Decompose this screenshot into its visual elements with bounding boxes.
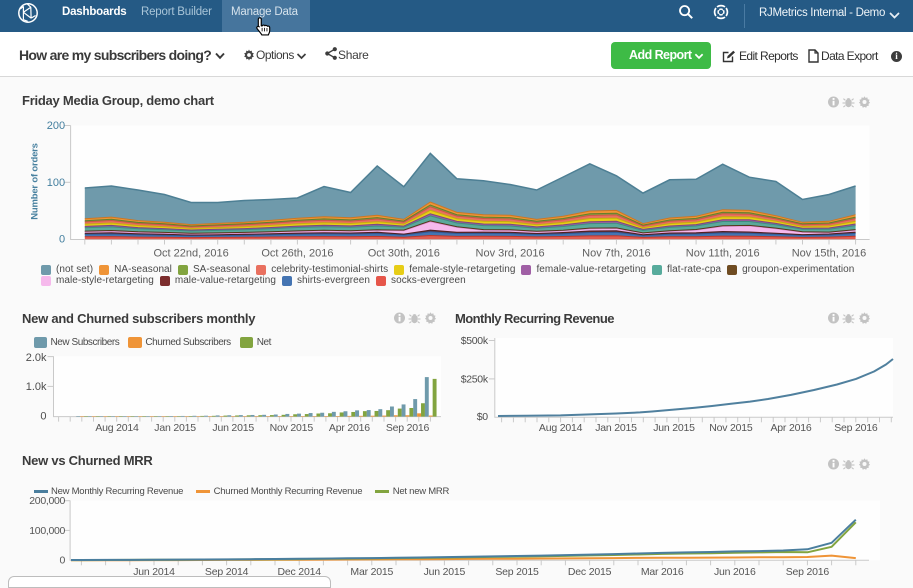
svg-text:1.0k: 1.0k	[26, 381, 47, 393]
svg-text:Nov 2015: Nov 2015	[709, 422, 753, 434]
svg-text:Sep 2015: Sep 2015	[495, 566, 539, 578]
svg-text:Jun 2015: Jun 2015	[424, 566, 466, 578]
svg-text:Mar 2016: Mar 2016	[641, 566, 684, 578]
svg-text:Mar 2015: Mar 2015	[350, 566, 393, 578]
svg-text:Apr 2016: Apr 2016	[329, 422, 370, 434]
svg-text:Sep 2014: Sep 2014	[205, 566, 249, 578]
svg-text:Nov 2015: Nov 2015	[270, 422, 314, 434]
svg-text:Nov 7th, 2016: Nov 7th, 2016	[582, 248, 651, 260]
svg-text:Oct 26th, 2016: Oct 26th, 2016	[261, 248, 333, 260]
svg-text:Nov 3rd, 2016: Nov 3rd, 2016	[476, 248, 545, 260]
svg-text:Apr 2016: Apr 2016	[770, 422, 811, 434]
svg-text:Jan 2015: Jan 2015	[595, 422, 637, 434]
svg-text:100,000: 100,000	[29, 525, 65, 537]
svg-text:Dec 2015: Dec 2015	[568, 566, 612, 578]
svg-text:Jun 2014: Jun 2014	[133, 566, 175, 578]
svg-text:Jun 2016: Jun 2016	[714, 566, 756, 578]
svg-text:Sep 2016: Sep 2016	[834, 422, 878, 434]
svg-text:0: 0	[40, 411, 46, 423]
svg-text:200: 200	[47, 120, 65, 132]
svg-text:Jan 2015: Jan 2015	[154, 422, 196, 434]
svg-text:Dec 2014: Dec 2014	[278, 566, 322, 578]
svg-text:0: 0	[59, 234, 65, 246]
svg-text:Aug 2014: Aug 2014	[95, 422, 139, 434]
svg-text:$250k: $250k	[461, 373, 489, 385]
svg-text:Nov 15th, 2016: Nov 15th, 2016	[792, 248, 867, 260]
svg-text:Aug 2014: Aug 2014	[539, 422, 583, 434]
svg-text:Jun 2015: Jun 2015	[653, 422, 695, 434]
svg-text:$500k: $500k	[461, 335, 489, 347]
svg-text:Oct 22nd, 2016: Oct 22nd, 2016	[153, 248, 228, 260]
svg-text:$0: $0	[477, 411, 489, 423]
svg-text:Nov 11th, 2016: Nov 11th, 2016	[686, 248, 760, 260]
svg-text:Oct 30th, 2016: Oct 30th, 2016	[368, 248, 440, 260]
svg-text:200,000: 200,000	[29, 495, 65, 507]
svg-text:Sep 2016: Sep 2016	[786, 566, 830, 578]
svg-text:2.0k: 2.0k	[26, 352, 47, 364]
svg-text:Sep 2016: Sep 2016	[386, 422, 430, 434]
svg-text:100: 100	[47, 177, 65, 189]
svg-text:Jun 2015: Jun 2015	[212, 422, 254, 434]
svg-text:0: 0	[60, 554, 66, 566]
